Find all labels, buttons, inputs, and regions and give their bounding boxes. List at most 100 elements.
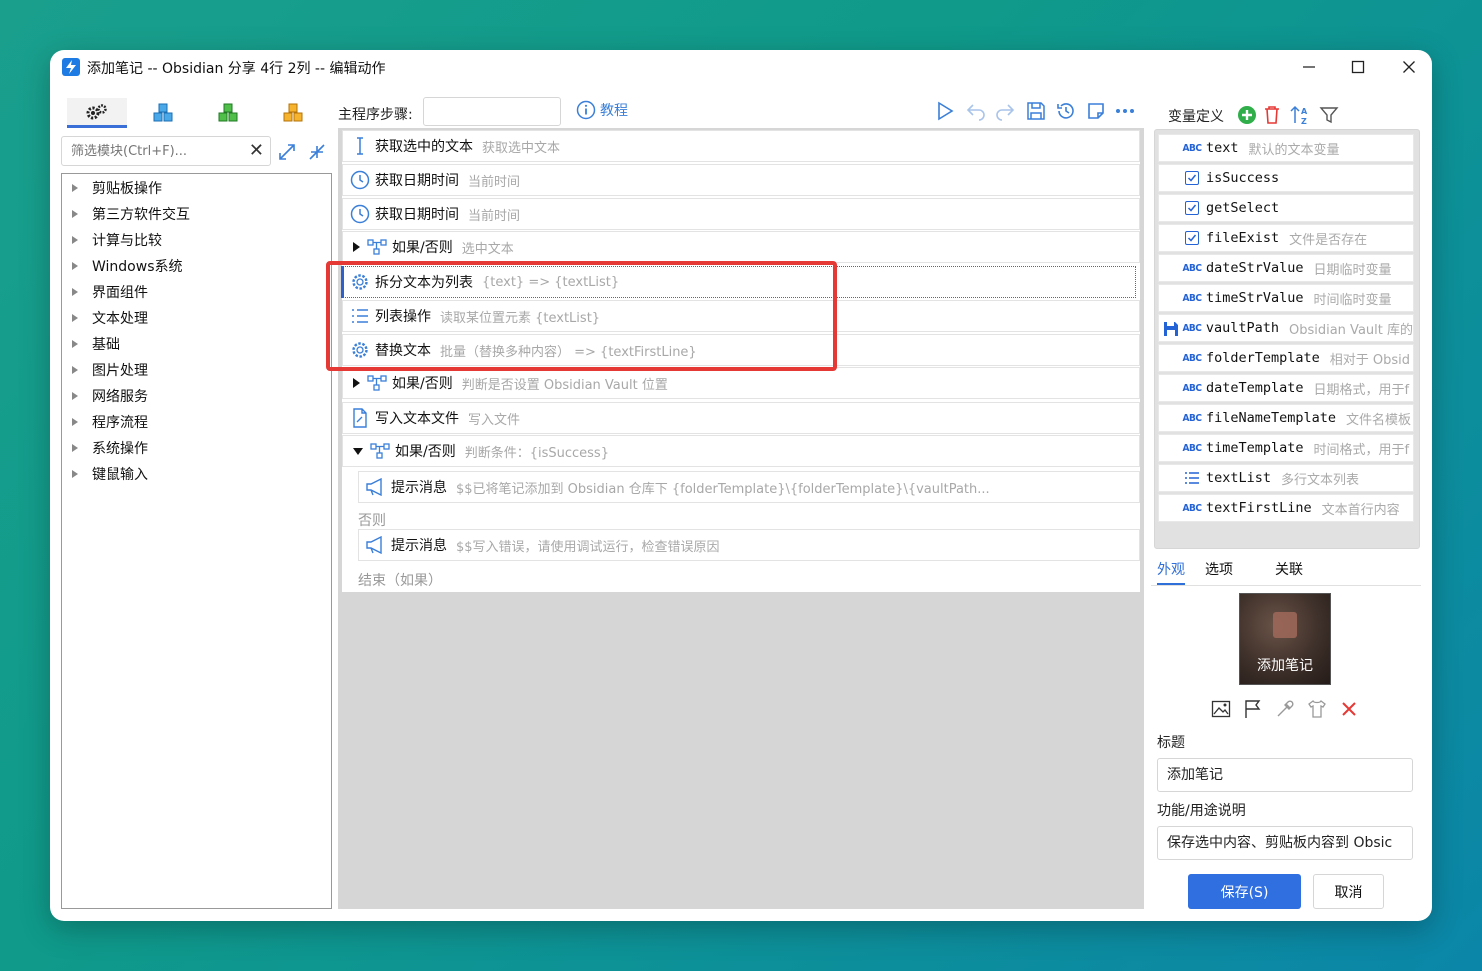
- text-cursor-icon: [349, 135, 371, 157]
- note-icon[interactable]: [1085, 100, 1107, 122]
- tree-item-label: 剪贴板操作: [92, 181, 162, 197]
- close-button[interactable]: [1398, 56, 1420, 78]
- variable-name: fileExist: [1206, 230, 1280, 246]
- expand-arrow-icon: [72, 470, 78, 478]
- variable-row[interactable]: ABC timeTemplate 时间格式，用于f: [1158, 434, 1414, 462]
- shirt-icon[interactable]: [1306, 698, 1328, 720]
- variable-row[interactable]: ABC dateTemplate 日期格式，用于f: [1158, 374, 1414, 402]
- tree-item-compute[interactable]: 计算与比较: [72, 228, 162, 252]
- variable-row[interactable]: ABC folderTemplate 相对于 Obsid: [1158, 344, 1414, 372]
- module-filter-input[interactable]: [62, 137, 242, 165]
- step-desc: 写入文件: [468, 412, 521, 428]
- cancel-button[interactable]: 取消: [1313, 874, 1384, 909]
- tab-basic-modules[interactable]: [67, 98, 127, 128]
- collapsed-arrow-icon[interactable]: [353, 378, 360, 388]
- tab-orange-modules[interactable]: [263, 98, 323, 128]
- tab-green-modules[interactable]: [198, 98, 258, 128]
- cubes-orange-icon: [283, 103, 303, 122]
- filter-icon[interactable]: [1319, 105, 1339, 125]
- variable-row[interactable]: ABC fileNameTemplate 文件名模板: [1158, 404, 1414, 432]
- step-desc: 判断条件：{isSuccess}: [464, 445, 609, 461]
- save-button[interactable]: 保存(S): [1188, 874, 1301, 909]
- expanded-arrow-icon[interactable]: [353, 447, 363, 455]
- else-label: 否则: [358, 513, 386, 529]
- clock-icon: [349, 169, 371, 191]
- maximize-icon: [1351, 60, 1365, 74]
- gears-icon: [86, 103, 107, 119]
- tree-item-ui-components[interactable]: 界面组件: [72, 280, 148, 304]
- variable-row[interactable]: textList 多行文本列表: [1158, 464, 1414, 492]
- variable-row[interactable]: ABC dateStrValue 日期临时变量: [1158, 254, 1414, 282]
- step-if-else[interactable]: 如果/否则 判断条件：{isSuccess}: [342, 435, 1140, 467]
- tree-item-image[interactable]: 图片处理: [72, 358, 148, 382]
- step-get-datetime[interactable]: 获取日期时间 当前时间: [342, 164, 1140, 196]
- tab-options[interactable]: 选项: [1205, 559, 1233, 585]
- step-get-datetime[interactable]: 获取日期时间 当前时间: [342, 198, 1140, 230]
- step-show-message[interactable]: 提示消息 $$写入错误，请使用调试运行，检查错误原因: [358, 529, 1140, 561]
- title-input[interactable]: 添加笔记: [1157, 758, 1413, 792]
- tree-item-system[interactable]: 系统操作: [72, 436, 148, 460]
- variable-row[interactable]: isSuccess: [1158, 164, 1414, 192]
- collapsed-arrow-icon[interactable]: [353, 242, 360, 252]
- eyedropper-icon[interactable]: [1274, 698, 1296, 720]
- variable-desc: 多行文本列表: [1281, 472, 1360, 488]
- variable-row[interactable]: ABC timeStrValue 时间临时变量: [1158, 284, 1414, 312]
- step-get-selected-text[interactable]: 获取选中的文本 获取选中文本: [342, 130, 1140, 162]
- tree-item-clipboard[interactable]: 剪贴板操作: [72, 176, 162, 200]
- title-field-label: 标题: [1157, 735, 1185, 751]
- clear-filter-icon[interactable]: ✕: [249, 140, 264, 161]
- more-icon[interactable]: [1114, 100, 1136, 122]
- tab-appearance[interactable]: 外观: [1157, 559, 1185, 585]
- image-icon[interactable]: [1210, 698, 1232, 720]
- flag-icon[interactable]: [1242, 698, 1264, 720]
- delete-variable-icon[interactable]: [1263, 105, 1281, 125]
- action-preview-tile[interactable]: 添加笔记: [1239, 593, 1331, 685]
- run-icon[interactable]: [934, 100, 956, 122]
- save-icon[interactable]: [1025, 100, 1047, 122]
- undo-icon[interactable]: [965, 100, 987, 122]
- tree-item-windows[interactable]: Windows系统: [72, 254, 183, 278]
- maximize-button[interactable]: [1347, 56, 1369, 78]
- step-write-file[interactable]: 写入文本文件 写入文件: [342, 402, 1140, 434]
- expand-all-icon[interactable]: [277, 142, 297, 162]
- add-variable-icon[interactable]: [1237, 105, 1257, 125]
- history-icon[interactable]: [1055, 100, 1077, 122]
- sort-az-icon[interactable]: AZ: [1290, 105, 1312, 125]
- text-type-icon: ABC: [1182, 292, 1202, 304]
- tree-item-input[interactable]: 键鼠输入: [72, 462, 148, 486]
- variable-desc: 时间格式，用于f: [1313, 442, 1410, 458]
- remove-icon[interactable]: [1338, 698, 1360, 720]
- module-tabs: [67, 94, 327, 130]
- tree-item-basic[interactable]: 基础: [72, 332, 120, 356]
- description-input[interactable]: 保存选中内容、剪贴板内容到 Obsic: [1157, 826, 1413, 860]
- step-show-message[interactable]: 提示消息 $$已将笔记添加到 Obsidian 仓库下 {folderTempl…: [358, 471, 1140, 503]
- redo-icon[interactable]: [994, 100, 1016, 122]
- tutorial-link[interactable]: 教程: [576, 100, 628, 120]
- collapse-all-icon[interactable]: [307, 142, 327, 162]
- step-desc: $$已将笔记添加到 Obsidian 仓库下 {folderTemplate}\…: [456, 481, 990, 497]
- step-if-else[interactable]: 如果/否则 选中文本: [342, 231, 1140, 263]
- variable-name: fileNameTemplate: [1206, 410, 1337, 426]
- variable-name: textFirstLine: [1206, 500, 1312, 516]
- tree-item-label: 第三方软件交互: [92, 207, 190, 223]
- variable-row[interactable]: ABC vaultPath Obsidian Vault 库的: [1158, 314, 1414, 342]
- variable-row[interactable]: fileExist 文件是否存在: [1158, 224, 1414, 252]
- tab-relations[interactable]: 关联: [1275, 559, 1303, 585]
- variable-row[interactable]: ABC textFirstLine 文本首行内容: [1158, 494, 1414, 522]
- step-if-else[interactable]: 如果/否则 判断是否设置 Obsidian Vault 位置: [342, 367, 1140, 399]
- editor-window: 添加笔记 -- Obsidian 分享 4行 2列 -- 编辑动作 筛选模块(C…: [50, 50, 1432, 921]
- variable-desc: 时间临时变量: [1313, 292, 1392, 308]
- tab-blue-modules[interactable]: [133, 98, 193, 128]
- tree-item-network[interactable]: 网络服务: [72, 384, 148, 408]
- tree-item-text[interactable]: 文本处理: [72, 306, 148, 330]
- variable-row[interactable]: getSelect: [1158, 194, 1414, 222]
- text-type-icon: ABC: [1182, 382, 1202, 394]
- steps-search-input[interactable]: [423, 97, 561, 126]
- tutorial-label: 教程: [600, 103, 628, 119]
- tree-item-label: 界面组件: [92, 285, 148, 301]
- variable-row[interactable]: ABC text 默认的文本变量: [1158, 134, 1414, 162]
- tree-item-flow[interactable]: 程序流程: [72, 410, 148, 434]
- tree-item-third-party[interactable]: 第三方软件交互: [72, 202, 190, 226]
- minimize-button[interactable]: [1298, 56, 1320, 78]
- clock-icon: [349, 203, 371, 225]
